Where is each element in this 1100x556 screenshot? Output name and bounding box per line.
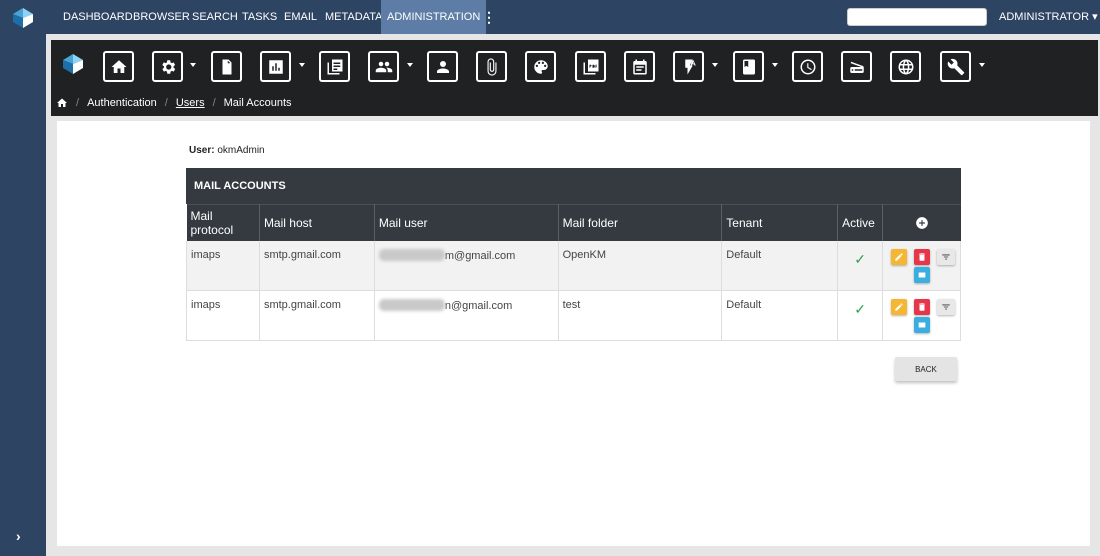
cell-user: n@gmail.com — [374, 290, 559, 341]
breadcrumb-authentication: Authentication — [87, 97, 157, 109]
automation-icon[interactable] — [673, 51, 704, 82]
cell-folder: test — [558, 290, 723, 341]
column-mail-host: Mail host — [259, 204, 375, 241]
table-row: imaps smtp.gmail.com m@gmail.com OpenKM … — [186, 240, 961, 291]
group-dropdown-icon[interactable] — [407, 63, 413, 67]
column-actions — [882, 204, 961, 241]
expand-sidebar-icon[interactable]: › — [16, 528, 21, 544]
palette-icon[interactable] — [525, 51, 556, 82]
column-mail-folder: Mail folder — [558, 204, 723, 241]
user-menu[interactable]: ADMINISTRATOR ▾ — [999, 0, 1098, 34]
table-row: imaps smtp.gmail.com n@gmail.com test De… — [186, 290, 961, 341]
redacted-text — [378, 299, 445, 311]
breadcrumb-separator: / — [212, 97, 216, 109]
breadcrumb-mail-accounts: Mail Accounts — [223, 97, 292, 109]
automation-dropdown-icon[interactable] — [712, 63, 718, 67]
settings-dropdown-icon[interactable] — [190, 63, 196, 67]
cell-protocol: imaps — [186, 240, 260, 291]
mail-accounts-table: Mail protocol Mail host Mail user Mail f… — [186, 204, 961, 341]
filter-icon[interactable] — [937, 299, 956, 315]
cell-user-suffix: n@gmail.com — [444, 300, 513, 312]
breadcrumb-separator: / — [164, 97, 168, 109]
breadcrumb-users-link[interactable]: Users — [176, 97, 205, 109]
report-icon[interactable] — [260, 51, 291, 82]
edit-icon[interactable] — [891, 248, 908, 265]
column-active: Active — [837, 204, 884, 241]
left-sidebar: › — [0, 0, 46, 556]
breadcrumb-home-icon[interactable] — [56, 97, 68, 109]
nav-metadata[interactable]: METADATA — [319, 0, 388, 34]
wrench-icon[interactable] — [940, 51, 971, 82]
edit-icon[interactable] — [891, 299, 908, 315]
admin-toolbar: / Authentication / Users / Mail Accounts — [51, 40, 1098, 116]
breadcrumb-separator: / — [76, 97, 80, 109]
more-menu-icon[interactable]: ⋮ — [482, 9, 496, 25]
book-dropdown-icon[interactable] — [772, 63, 778, 67]
report-dropdown-icon[interactable] — [299, 63, 305, 67]
cell-host: smtp.gmail.com — [259, 240, 375, 291]
user-value: okmAdmin — [217, 145, 265, 156]
cell-folder: OpenKM — [558, 240, 723, 291]
logo-icon[interactable] — [13, 8, 33, 28]
scanner-icon[interactable] — [841, 51, 872, 82]
user-label: User: — [189, 145, 215, 156]
column-tenant: Tenant — [721, 204, 839, 241]
home-icon[interactable] — [103, 51, 134, 82]
active-check-icon: ✓ — [837, 240, 884, 291]
delete-icon[interactable] — [914, 299, 931, 315]
active-check-icon: ✓ — [837, 290, 884, 341]
mail-icon[interactable] — [914, 266, 931, 283]
cell-user: m@gmail.com — [374, 240, 559, 291]
user-info: User: okmAdmin — [189, 145, 265, 156]
document-icon[interactable] — [211, 51, 242, 82]
cell-tenant: Default — [721, 290, 839, 341]
cell-protocol: imaps — [186, 290, 260, 341]
clock-icon[interactable] — [792, 51, 823, 82]
list-icon[interactable] — [319, 51, 350, 82]
nav-administration[interactable]: ADMINISTRATION — [381, 0, 487, 34]
nav-tasks[interactable]: TASKS — [236, 0, 283, 34]
delete-icon[interactable] — [914, 248, 931, 265]
pdf-icon[interactable] — [575, 51, 606, 82]
user-icon[interactable] — [427, 51, 458, 82]
card-title: MAIL ACCOUNTS — [186, 168, 961, 204]
back-button[interactable]: BACK — [895, 357, 957, 381]
add-mail-account-icon[interactable] — [915, 215, 929, 229]
settings-icon[interactable] — [152, 51, 183, 82]
cell-actions — [882, 290, 961, 341]
nav-email[interactable]: EMAIL — [278, 0, 323, 34]
search-input[interactable] — [847, 8, 987, 26]
globe-icon[interactable] — [890, 51, 921, 82]
cell-host: smtp.gmail.com — [259, 290, 375, 341]
mail-accounts-card: MAIL ACCOUNTS Mail protocol Mail host Ma… — [186, 168, 961, 341]
cell-tenant: Default — [721, 240, 839, 291]
column-mail-user: Mail user — [374, 204, 559, 241]
app-logo-icon — [63, 54, 83, 74]
book-icon[interactable] — [733, 51, 764, 82]
cell-actions — [882, 240, 961, 291]
mail-icon[interactable] — [914, 317, 931, 333]
redacted-text — [378, 248, 445, 261]
top-navigation: DASHBOARD BROWSER SEARCH TASKS EMAIL MET… — [46, 0, 1100, 34]
breadcrumb: / Authentication / Users / Mail Accounts — [56, 96, 292, 110]
tools-dropdown-icon[interactable] — [979, 63, 985, 67]
calendar-icon[interactable] — [624, 51, 655, 82]
cell-user-suffix: m@gmail.com — [444, 249, 516, 262]
attachment-icon[interactable] — [476, 51, 507, 82]
content-panel: User: okmAdmin MAIL ACCOUNTS Mail protoc… — [57, 121, 1090, 546]
column-mail-protocol: Mail protocol — [186, 204, 260, 241]
group-icon[interactable] — [368, 51, 399, 82]
filter-icon[interactable] — [937, 248, 956, 265]
